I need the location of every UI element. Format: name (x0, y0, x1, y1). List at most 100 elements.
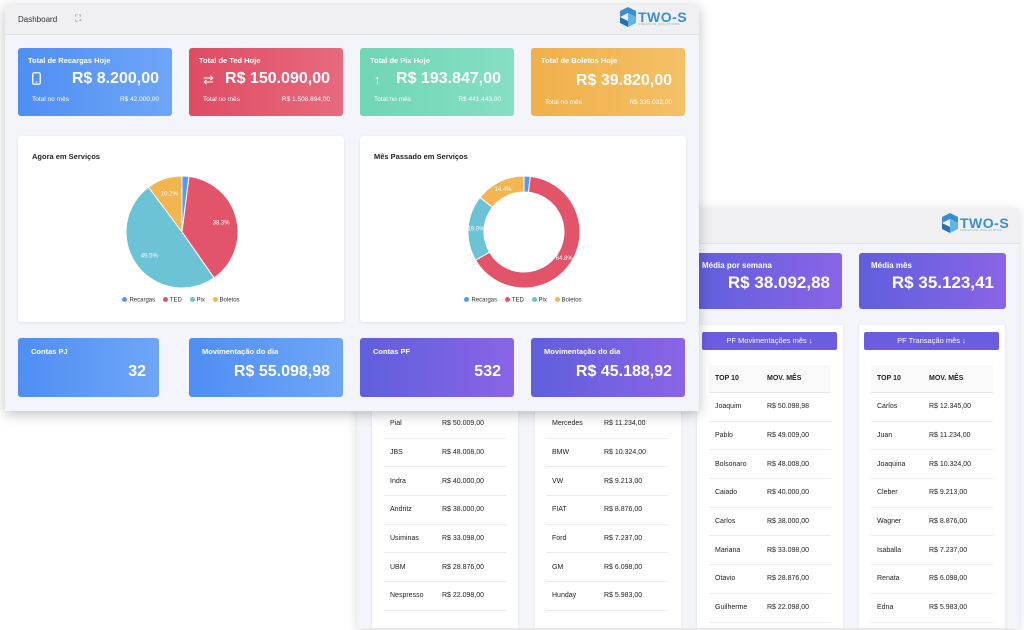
table-row: BMW R$ 10.324,00 (546, 439, 668, 468)
pj-daily-movement-value: R$ 55.098,98 (233, 363, 330, 380)
row-value: R$ 40.000,00 (442, 477, 485, 485)
row-name: Mercedes (552, 420, 583, 428)
row-name: Pablo (715, 432, 733, 440)
row-value: R$ 8.876,00 (929, 518, 968, 526)
pf-transactions-button[interactable]: PF Transação mês ↓ (864, 332, 999, 350)
table-row: VW R$ 9.213,00 (546, 467, 668, 497)
pie-label-boletos: 14.4% (495, 187, 513, 193)
pj-transactions-table: Mercedes R$ 11.234,00 BMW R$ 10.324,00 VW R$ … (546, 398, 668, 611)
contas-pf-card: Contas PF 532 (360, 338, 514, 397)
row-name: Mariana (715, 546, 741, 554)
contas-pf-label: Contas PF (373, 347, 411, 356)
row-name: Indra (390, 477, 406, 485)
row-value: R$ 33.098,00 (442, 535, 485, 543)
table-row: Hunday R$ 5.983,00 (546, 582, 668, 611)
contas-pj-value: 32 (128, 363, 146, 380)
row-name: UBM (390, 563, 406, 571)
transfer-icon: ⇄ (203, 72, 214, 87)
table-row: Juan R$ 11.234,00 (871, 422, 993, 451)
weekly-average-label: Média por semana (702, 261, 772, 270)
col-mov-mes: MOV. MÊS (767, 375, 802, 382)
logo: TWO-S CREATIVE SOLUTIONS (942, 213, 1009, 233)
front-window: Dashboard ⛶ TWO-S CREATIVE SOLUTIONS Tot… (5, 5, 699, 411)
row-value: R$ 10.324,00 (604, 449, 647, 457)
table-row: GM R$ 6.098,00 (546, 553, 668, 583)
table-row: Wagner R$ 8.876,00 (871, 508, 993, 537)
row-value: R$ 33.098,00 (767, 546, 810, 554)
table-row: Pablo R$ 49.009,00 (709, 422, 831, 451)
pf-daily-movement-card: Movimentação do dia R$ 45.188,92 (531, 338, 685, 397)
table-row: Ford R$ 7.237,00 (546, 525, 668, 554)
pj-daily-movement-card: Movimentação do dia R$ 55.098,98 (189, 338, 343, 397)
table-row: Otavio R$ 28.876,00 (709, 565, 831, 594)
row-name: Carlos (715, 518, 736, 526)
ted-label: Total de Ted Hoje (199, 56, 261, 65)
ted-month-label: Total no mês (203, 96, 240, 103)
recargas-month-label: Total no mês (32, 96, 69, 103)
boletos-month-label: Total no mês (545, 99, 582, 106)
chart-last-month-panel: Mês Passado em Serviços 64.8% 19.0% 14.4% … (360, 136, 686, 322)
row-value: R$ 48.008,00 (442, 449, 485, 457)
monthly-average-value: R$ 35.123,41 (891, 273, 994, 292)
table-row: Renata R$ 6.098,00 (871, 565, 993, 594)
legend-recargas[interactable]: Recargas (464, 297, 497, 304)
row-name: Ford (552, 535, 567, 543)
ted-value: R$ 150.090,00 (225, 70, 330, 87)
boletos-month-value: R$ 335.032,00 (629, 99, 672, 106)
row-name: Edna (877, 604, 894, 612)
row-value: R$ 40.000,00 (767, 489, 810, 497)
col-top10: TOP 10 (877, 375, 901, 382)
legend-pix[interactable]: Pix (531, 297, 547, 304)
row-name: Wagner (877, 518, 902, 526)
row-name: Joaquina (877, 460, 906, 468)
row-name: Otavio (715, 575, 736, 583)
table-row: Isaballa R$ 7.237,00 (871, 536, 993, 566)
row-value: R$ 49.009,00 (767, 432, 810, 440)
row-value: R$ 10.324,00 (929, 460, 972, 468)
pf-movements-panel: PF Movimentações mês ↓ TOP 10 MOV. MÊS J… (697, 325, 843, 628)
row-value: R$ 28.876,00 (767, 575, 810, 583)
legend-boletos[interactable]: Boletos (212, 297, 240, 304)
pf-movements-button[interactable]: PF Movimentações mês ↓ (702, 332, 837, 350)
legend-ted[interactable]: TED (504, 297, 524, 304)
logo-cube-icon (942, 213, 958, 233)
row-value: R$ 11.234,00 (604, 420, 646, 428)
row-name: Andritz (390, 506, 412, 514)
table-row: Bolsonaro R$ 48.008,00 (709, 450, 831, 480)
pix-card: Total de Pix Hoje ↑ R$ 193.847,00 Total … (360, 48, 514, 116)
row-value: R$ 28.876,00 (442, 563, 485, 571)
table-row: Carlos R$ 12.345,00 (871, 393, 993, 422)
row-name: Bolsonaro (715, 460, 747, 468)
legend-recargas[interactable]: Recargas (122, 297, 155, 304)
row-value: R$ 50.098,98 (767, 403, 810, 411)
weekly-average-card: Média por semana R$ 38.092,88 (690, 253, 842, 309)
pix-month-label: Total no mês (374, 96, 411, 103)
weekly-average-value: R$ 38.092,88 (727, 273, 830, 292)
row-name: Juan (877, 432, 893, 440)
boletos-value: R$ 39.820,00 (575, 72, 672, 89)
row-name: Renata (877, 575, 900, 583)
table-row: UBM R$ 28.876,00 (384, 553, 506, 583)
expand-icon[interactable]: ⛶ (75, 13, 81, 24)
pix-value: R$ 193.847,00 (396, 70, 501, 87)
row-name: FIAT (552, 506, 567, 514)
chart-now-legend: Recargas TED Pix Boletos (18, 297, 344, 304)
table-header: TOP 10 MOV. MÊS (709, 365, 831, 393)
row-value: R$ 50.009,00 (442, 420, 485, 428)
row-value: R$ 5.983,00 (604, 592, 643, 600)
legend-boletos[interactable]: Boletos (554, 297, 582, 304)
ted-month-value: R$ 1.508.894,00 (281, 96, 330, 103)
legend-ted[interactable]: TED (162, 297, 182, 304)
pj-table-panel: Pial R$ 50.009,00 JBS R$ 48.008,00 Indra R$ 4… (372, 398, 518, 628)
pie-label-boletos: 10.2% (161, 192, 179, 198)
row-name: BMW (552, 449, 570, 457)
row-name: Carlos (877, 403, 898, 411)
legend-pix[interactable]: Pix (189, 297, 205, 304)
table-row: Usiminas R$ 33.098,00 (384, 525, 506, 554)
chart-now-panel: Agora em Serviços 38.3% 49.5% 10.2% Recarg… (18, 136, 344, 322)
row-name: JBS (390, 449, 403, 457)
row-name: Usiminas (390, 535, 419, 543)
pf-transactions-table: TOP 10 MOV. MÊS Carlos R$ 12.345,00 Juan R$… (871, 365, 993, 623)
table-row: Mariana R$ 33.098,00 (709, 536, 831, 566)
arrow-up-icon: ↑ (374, 72, 381, 87)
